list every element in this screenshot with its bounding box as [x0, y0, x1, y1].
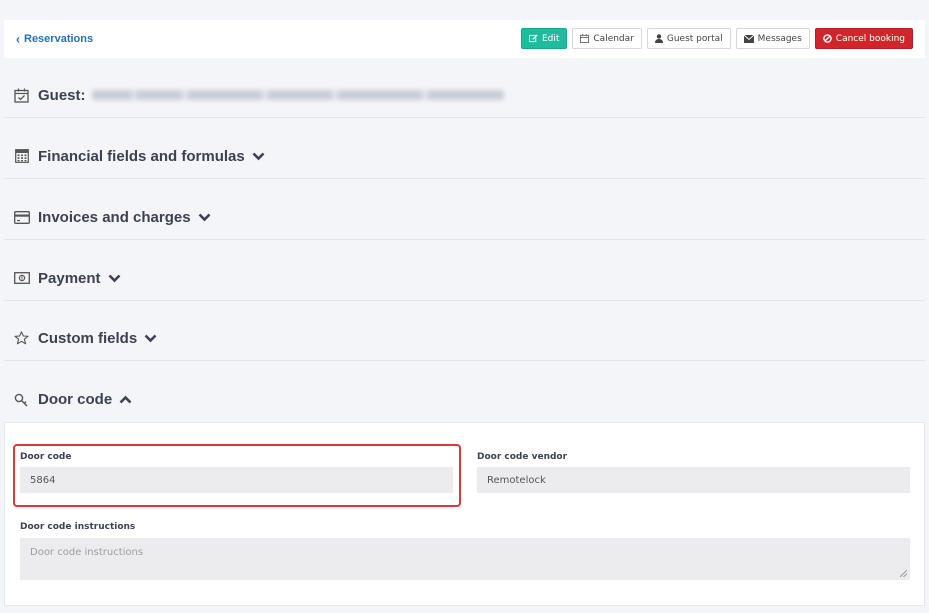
guest-portal-button[interactable]: Guest portal — [646, 28, 731, 49]
back-to-reservations-link[interactable]: ‹ Reservations — [16, 31, 94, 47]
door-code-instructions-label: Door code instructions — [20, 522, 136, 532]
section-financial[interactable]: Financial fields and formulas — [4, 134, 925, 179]
chevron-up-icon[interactable] — [119, 395, 132, 404]
calendar-check-icon — [13, 88, 30, 103]
back-link-label: Reservations — [24, 33, 94, 45]
section-custom-fields[interactable]: Custom fields — [4, 316, 925, 361]
calendar-icon — [580, 34, 590, 43]
chevron-down-icon[interactable] — [144, 334, 157, 343]
section-title-payment: Payment — [38, 269, 101, 287]
section-payment[interactable]: Payment — [4, 256, 925, 301]
cancel-booking-button-label: Cancel booking — [835, 33, 905, 44]
chevron-down-icon[interactable] — [198, 213, 211, 222]
guest-summary-redacted — [91, 90, 504, 100]
section-title-financial: Financial fields and formulas — [38, 147, 245, 165]
chevron-down-icon[interactable] — [252, 152, 265, 161]
toolbar-actions: Edit Calendar Guest portal Messages Canc… — [520, 28, 913, 49]
door-code-input[interactable]: 5864 — [20, 467, 453, 493]
door-code-vendor-input[interactable]: Remotelock — [477, 467, 910, 493]
cancel-booking-button[interactable]: Cancel booking — [814, 28, 913, 49]
guest-portal-button-label: Guest portal — [666, 33, 723, 44]
section-title-guest: Guest: — [38, 86, 86, 104]
money-icon — [13, 271, 30, 285]
resize-handle-icon[interactable] — [900, 570, 907, 577]
envelope-icon — [743, 34, 754, 43]
chevron-left-icon: ‹ — [16, 31, 20, 47]
booking-toolbar: ‹ Reservations Edit Calendar Guest porta… — [4, 20, 925, 58]
door-code-vendor-label: Door code vendor — [477, 452, 568, 462]
calendar-button-label: Calendar — [593, 33, 634, 44]
section-title-custom-fields: Custom fields — [38, 329, 138, 347]
door-code-instructions-textarea[interactable]: Door code instructions — [20, 538, 910, 580]
section-guest[interactable]: Guest: — [4, 73, 925, 118]
ban-icon — [823, 34, 832, 43]
messages-button-label: Messages — [757, 33, 802, 44]
edit-icon — [528, 34, 538, 43]
chevron-down-icon[interactable] — [108, 274, 121, 283]
door-code-label: Door code — [20, 452, 72, 462]
section-title-invoices: Invoices and charges — [38, 208, 191, 226]
section-invoices[interactable]: Invoices and charges — [4, 195, 925, 240]
section-door-code[interactable]: Door code — [4, 377, 925, 422]
credit-card-icon — [13, 210, 30, 224]
messages-button[interactable]: Messages — [735, 28, 810, 49]
edit-button-label: Edit — [541, 33, 560, 44]
key-icon — [13, 393, 30, 407]
edit-button[interactable]: Edit — [520, 28, 568, 49]
user-icon — [654, 34, 663, 43]
calculator-icon — [13, 149, 30, 163]
calendar-button[interactable]: Calendar — [572, 28, 642, 49]
star-icon — [13, 331, 30, 345]
section-title-door-code: Door code — [38, 391, 113, 408]
door-code-instructions-placeholder: Door code instructions — [30, 547, 144, 558]
